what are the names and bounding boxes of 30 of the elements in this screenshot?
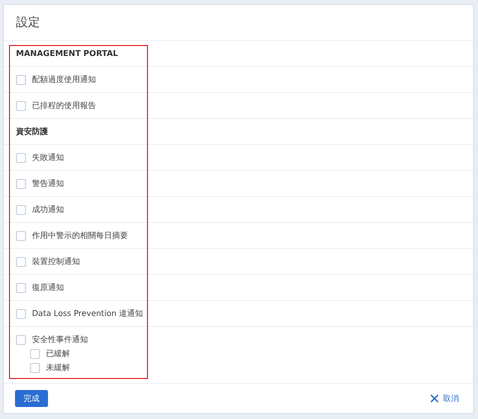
checkbox-label[interactable]: Data Loss Prevention 違通知	[32, 308, 144, 319]
checkbox-label[interactable]: 裝置控制通知	[32, 256, 80, 267]
checkbox[interactable]	[16, 256, 26, 266]
cancel-button[interactable]: 取消	[430, 393, 459, 404]
checkbox[interactable]	[16, 204, 26, 214]
checkbox-label[interactable]: 未緩解	[46, 362, 70, 373]
checkbox[interactable]	[16, 152, 26, 162]
checkbox-label[interactable]: 作用中警示的相關每日摘要	[32, 230, 128, 241]
checkbox-label[interactable]: 成功通知	[32, 204, 64, 215]
checkbox[interactable]	[16, 282, 26, 292]
checkbox-label[interactable]: 已緩解	[46, 348, 70, 359]
checkbox[interactable]	[16, 308, 26, 318]
checkbox[interactable]	[30, 362, 40, 372]
checkbox-label[interactable]: 警告通知	[32, 178, 64, 189]
checkbox[interactable]	[16, 74, 26, 84]
checkbox[interactable]	[30, 348, 40, 358]
checkbox-label[interactable]: 復原通知	[32, 282, 64, 293]
close-icon	[430, 394, 439, 403]
checkbox-label[interactable]: 已排程的使用報告	[32, 100, 96, 111]
done-button[interactable]: 完成	[15, 390, 48, 407]
checkbox[interactable]	[16, 334, 26, 344]
checkbox[interactable]	[16, 100, 26, 110]
checkbox-label[interactable]: 配額過度使用通知	[32, 74, 96, 85]
checkbox-label[interactable]: 安全性事件通知	[32, 334, 88, 345]
dialog-title: 設定	[4, 5, 473, 41]
checkbox-label[interactable]: 失敗通知	[32, 152, 64, 163]
checkbox[interactable]	[16, 230, 26, 240]
section-heading: 資安防護	[16, 126, 49, 137]
section-heading: MANAGEMENT PORTAL	[16, 49, 120, 58]
checkbox[interactable]	[16, 178, 26, 188]
